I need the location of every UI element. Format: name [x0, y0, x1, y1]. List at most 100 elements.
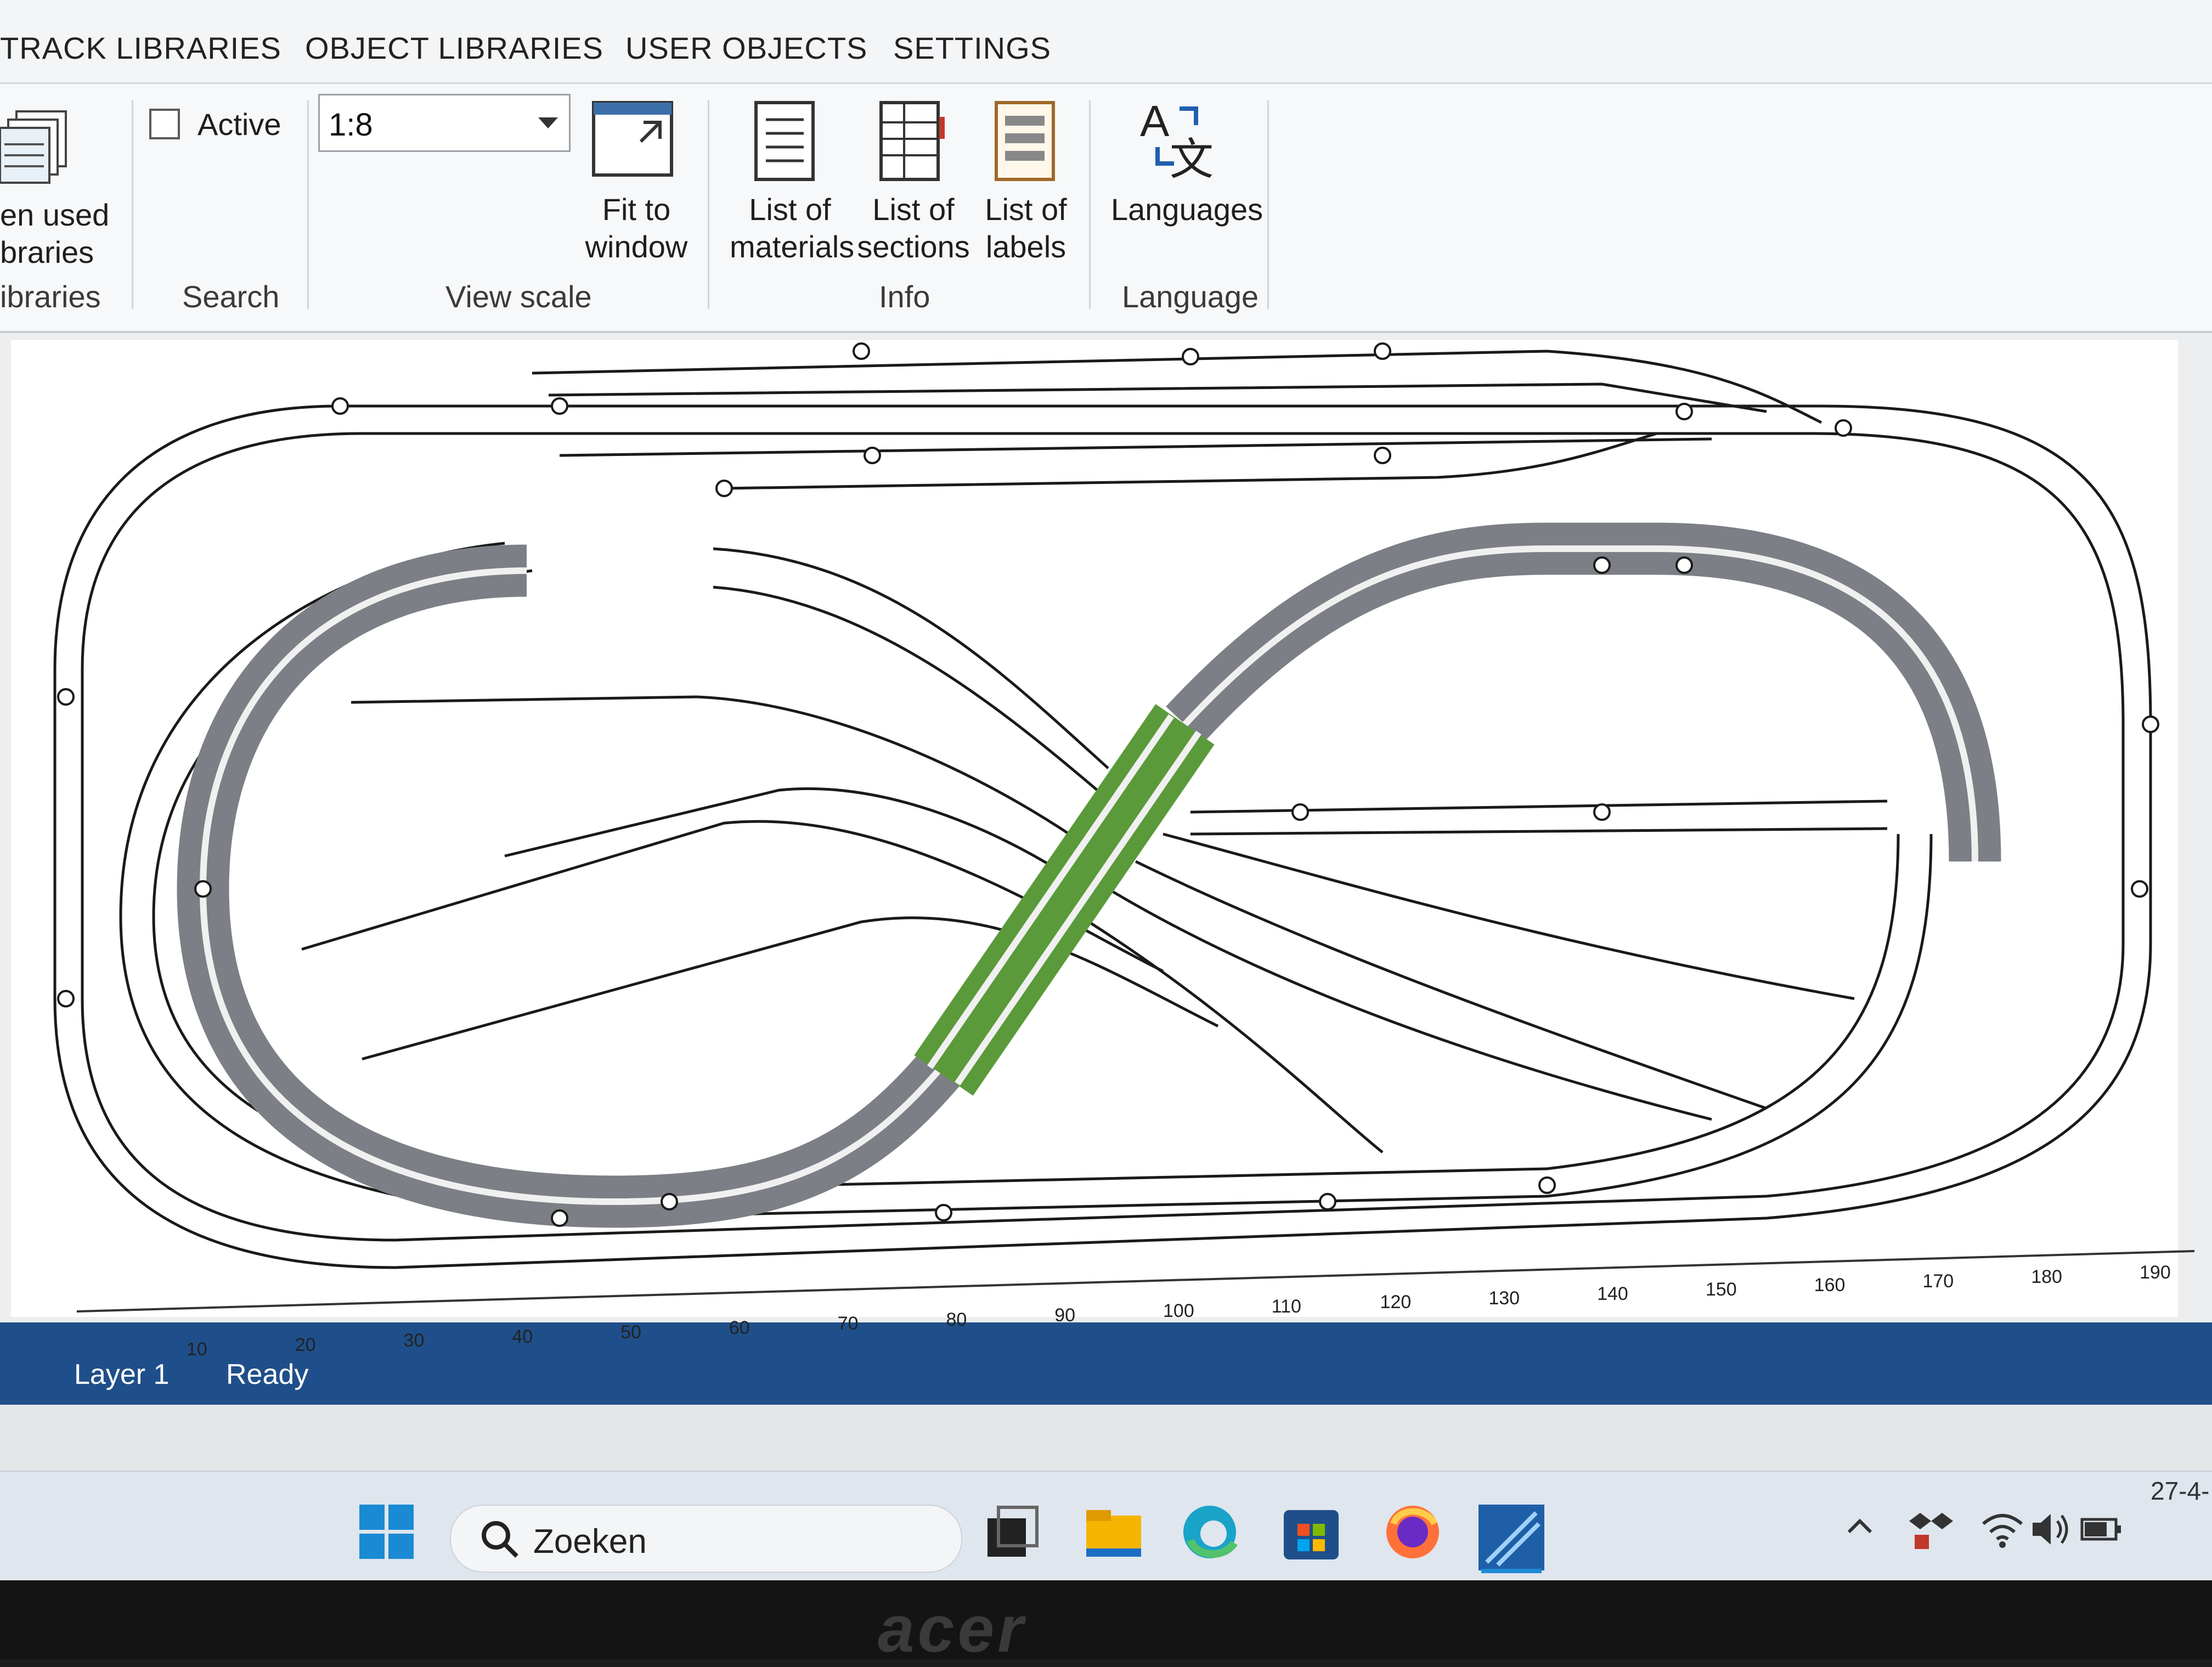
search-icon	[478, 1518, 522, 1564]
ribbon-toolbar: en used braries ibraries Active Search 1…	[0, 84, 2212, 333]
search-placeholder: Zoeken	[533, 1523, 647, 1561]
bezel-brand-logo: acer	[878, 1592, 1026, 1666]
ruler-tick-label: 120	[1380, 1292, 1412, 1313]
ruler-tick-label: 50	[620, 1321, 641, 1343]
elevated-track-left	[177, 544, 964, 1228]
languages-icon[interactable]: A 文	[1136, 97, 1218, 185]
list-of-sections-button[interactable]: List of sections	[856, 191, 971, 266]
chevron-down-icon	[538, 117, 558, 128]
tab-track-libraries[interactable]: TRACK LIBRARIES	[0, 30, 281, 66]
microsoft-store-icon[interactable]	[1281, 1502, 1352, 1573]
joint-marker	[715, 480, 733, 497]
ruler-tick-label: 10	[187, 1339, 207, 1360]
battery-icon[interactable]	[2079, 1507, 2151, 1579]
monitor-bezel: acer	[0, 1580, 2212, 1666]
yard-track-3	[559, 437, 1712, 457]
ruler-tick-label: 30	[403, 1330, 425, 1351]
layout-canvas[interactable]	[11, 340, 2178, 1317]
task-view-icon[interactable]	[982, 1502, 1053, 1573]
list-of-labels-button[interactable]: List of labels	[971, 191, 1081, 266]
chevron-up-icon[interactable]	[1843, 1510, 1915, 1580]
joint-marker	[2131, 880, 2148, 898]
edge-browser-icon[interactable]	[1180, 1502, 1251, 1573]
inner-track-2	[152, 569, 1900, 1192]
group-label-libraries: ibraries	[0, 279, 101, 314]
file-explorer-icon[interactable]	[1084, 1502, 1155, 1573]
tab-settings[interactable]: SETTINGS	[893, 30, 1051, 66]
ruler-tick-label: 130	[1488, 1287, 1520, 1309]
recent-libraries-button[interactable]: en used braries	[0, 196, 109, 271]
ruler-tick-label: 60	[729, 1317, 750, 1339]
ruler-tick-label: 90	[1054, 1304, 1076, 1326]
ruler-tick-label: 190	[2140, 1262, 2171, 1283]
siding-12	[713, 585, 1098, 791]
active-checkbox[interactable]	[149, 109, 180, 139]
svg-text:文: 文	[1170, 134, 1214, 180]
list-of-materials-button[interactable]: List of materials	[730, 191, 855, 266]
fit-to-window-button[interactable]: Fit to window	[582, 191, 691, 266]
group-label-view-scale: View scale	[445, 279, 592, 314]
ruler-tick-label: 110	[1271, 1296, 1301, 1317]
siding-7	[1163, 832, 1855, 1000]
joint-marker	[551, 1209, 568, 1227]
ruler-tick-label: 170	[1922, 1270, 1954, 1292]
windows-start-icon[interactable]	[357, 1502, 428, 1573]
inner-track-1	[119, 542, 1933, 1220]
windows-taskbar: Zoeken	[0, 1471, 2212, 1580]
siding-2	[504, 787, 1054, 869]
recent-libraries-label-2: braries	[0, 235, 94, 269]
track-plan[interactable]	[11, 340, 2178, 1317]
tab-user-objects[interactable]: USER OBJECTS	[625, 30, 867, 66]
list-of-labels-icon[interactable]	[992, 100, 1058, 185]
joint-marker	[1835, 419, 1852, 437]
list-of-sections-icon[interactable]	[877, 100, 948, 185]
ruler-tick-label: 70	[837, 1313, 859, 1334]
joint-marker	[1374, 342, 1391, 360]
view-scale-dropdown[interactable]: 1:8	[318, 94, 571, 152]
status-bar: Layer 1 Ready	[0, 1322, 2212, 1405]
ruler-tick-label: 150	[1705, 1279, 1737, 1300]
view-scale-value: 1:8	[329, 107, 373, 143]
list-of-sections-label-2: sections	[857, 229, 970, 264]
list-of-materials-icon[interactable]	[752, 100, 817, 185]
bridge-rail-2	[955, 730, 1201, 1086]
fit-to-window-label-2: window	[585, 229, 688, 264]
languages-button[interactable]: Languages	[1111, 191, 1263, 228]
ribbon-separator	[1267, 100, 1269, 309]
ruler-line	[76, 1250, 2195, 1313]
list-of-labels-label-2: labels	[985, 229, 1066, 264]
group-label-search: Search	[182, 279, 280, 314]
ribbon-separator	[307, 100, 309, 309]
joint-marker	[935, 1204, 952, 1221]
siding-6	[1190, 827, 1888, 836]
ruler-tick-label: 100	[1163, 1300, 1194, 1321]
recent-libraries-label-1: en used	[0, 198, 110, 232]
track-planner-app-icon[interactable]	[1476, 1502, 1547, 1573]
zoom-level-indicator: 1:8	[2041, 1284, 2075, 1311]
firefox-icon[interactable]	[1383, 1502, 1454, 1573]
taskbar-clock[interactable]: 27-4-	[2151, 1476, 2209, 1506]
dropbox-icon[interactable]	[1909, 1507, 1980, 1579]
list-of-materials-label-2: materials	[730, 229, 855, 264]
joint-marker	[57, 990, 75, 1007]
ruler-tick-label: 140	[1597, 1283, 1628, 1304]
status-layer[interactable]: Layer 1	[74, 1358, 169, 1391]
joint-marker	[194, 880, 212, 898]
siding-8	[1135, 860, 1767, 1110]
yard-track-1	[532, 350, 1822, 424]
ribbon-separator	[132, 100, 133, 309]
list-of-sections-label-1: List of	[872, 192, 955, 227]
group-label-info: Info	[879, 279, 930, 314]
joint-marker	[1319, 1193, 1336, 1210]
ruler-tick-label: 80	[946, 1309, 967, 1330]
joint-marker	[661, 1193, 678, 1210]
siding-11	[713, 547, 1109, 769]
taskbar-search-input[interactable]: Zoeken	[450, 1505, 962, 1573]
active-checkbox-label: Active	[198, 107, 281, 142]
list-of-labels-label-1: List of	[985, 192, 1067, 227]
joint-marker	[1538, 1176, 1556, 1194]
recent-libraries-icon[interactable]	[0, 106, 71, 191]
fit-to-window-icon[interactable]	[591, 100, 674, 180]
siding-9	[1107, 887, 1712, 1121]
tab-object-libraries[interactable]: OBJECT LIBRARIES	[305, 30, 603, 66]
